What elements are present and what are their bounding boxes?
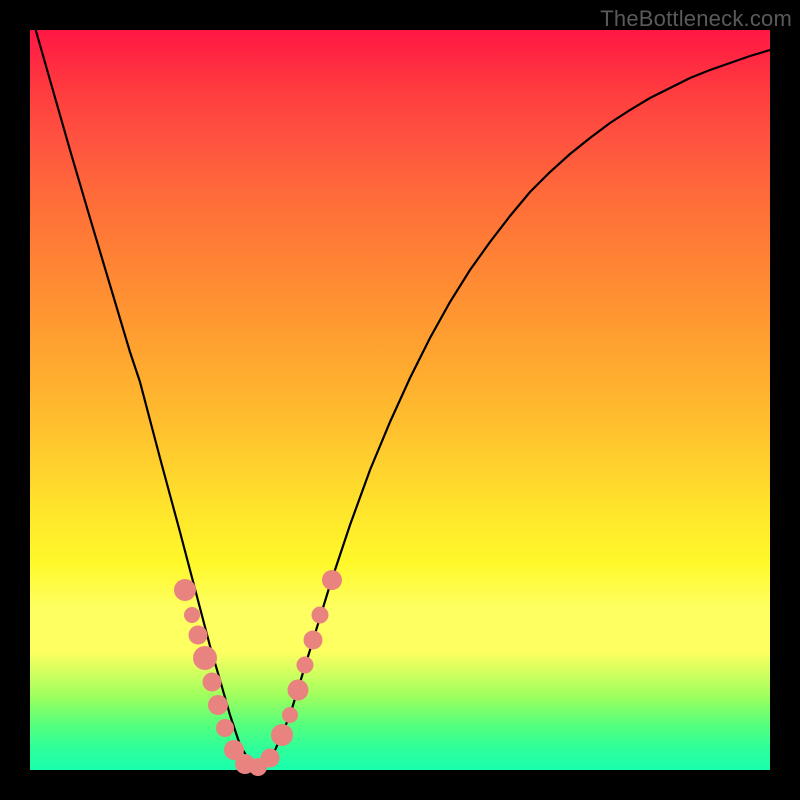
data-marker	[312, 607, 329, 624]
data-marker	[282, 707, 298, 723]
data-marker	[203, 673, 222, 692]
data-marker	[261, 749, 280, 768]
chart-overlay	[30, 30, 770, 770]
data-marker	[297, 657, 314, 674]
data-marker	[174, 579, 196, 601]
watermark-label: TheBottleneck.com	[600, 6, 792, 32]
data-marker	[216, 719, 234, 737]
chart-frame: TheBottleneck.com	[0, 0, 800, 800]
data-marker	[271, 724, 293, 746]
data-marker	[322, 570, 342, 590]
data-marker	[193, 646, 217, 670]
data-marker	[184, 607, 200, 623]
data-marker	[208, 695, 228, 715]
data-marker	[304, 631, 323, 650]
data-marker	[288, 680, 309, 701]
bottleneck-curve	[30, 10, 770, 768]
data-marker	[189, 626, 208, 645]
